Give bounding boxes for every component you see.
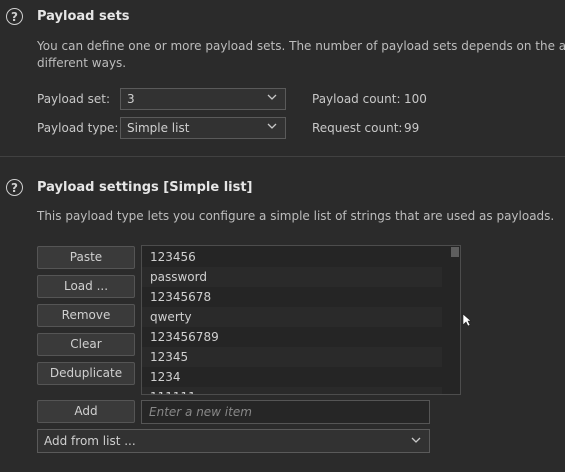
clear-button[interactable]: Clear <box>37 333 135 356</box>
list-item[interactable]: 12345678 <box>142 287 442 307</box>
help-icon[interactable]: ? <box>6 8 23 25</box>
remove-button[interactable]: Remove <box>37 304 135 327</box>
list-item[interactable]: qwerty <box>142 307 442 327</box>
list-item[interactable]: 123456 <box>142 247 442 267</box>
load-button[interactable]: Load ... <box>37 275 135 298</box>
new-item-input[interactable]: Enter a new item <box>141 400 430 424</box>
paste-button[interactable]: Paste <box>37 246 135 269</box>
list-item[interactable]: password <box>142 267 442 287</box>
list-item[interactable]: 123456789 <box>142 327 442 347</box>
help-icon[interactable]: ? <box>6 179 23 196</box>
payload-settings-description: This payload type lets you configure a s… <box>37 209 555 223</box>
mouse-pointer-icon <box>462 313 472 327</box>
add-button[interactable]: Add <box>37 400 135 423</box>
section-divider <box>0 156 565 157</box>
chevron-down-icon <box>267 123 277 129</box>
payload-type-select[interactable]: Simple list <box>120 117 286 139</box>
scrollbar-thumb[interactable] <box>451 247 459 257</box>
chevron-down-icon <box>411 437 421 443</box>
payload-set-select[interactable]: 3 <box>120 88 286 110</box>
add-from-list-select[interactable]: Add from list ... <box>37 429 430 453</box>
request-count-value: 99 <box>404 121 420 135</box>
payload-set-value: 3 <box>127 92 135 106</box>
payload-set-label: Payload set: <box>37 92 110 106</box>
payload-sets-description-line2: different ways. <box>37 56 127 70</box>
section-title-payload-sets: Payload sets <box>37 9 130 24</box>
chevron-down-icon <box>267 94 277 100</box>
payload-list[interactable]: 123456 password 12345678 qwerty 12345678… <box>141 245 461 395</box>
deduplicate-button[interactable]: Deduplicate <box>37 362 135 385</box>
list-item[interactable]: 12345 <box>142 347 442 367</box>
section-title-payload-settings: Payload settings [Simple list] <box>37 180 253 195</box>
list-item[interactable]: 111111 <box>142 387 442 394</box>
payload-type-value: Simple list <box>127 121 190 135</box>
payload-count-value: 100 <box>404 92 427 106</box>
payload-type-label: Payload type: <box>37 121 119 135</box>
request-count-label: Request count: <box>312 121 403 135</box>
payload-count-label: Payload count: <box>312 92 401 106</box>
add-from-list-value: Add from list ... <box>44 434 136 448</box>
list-item[interactable]: 1234 <box>142 367 442 387</box>
